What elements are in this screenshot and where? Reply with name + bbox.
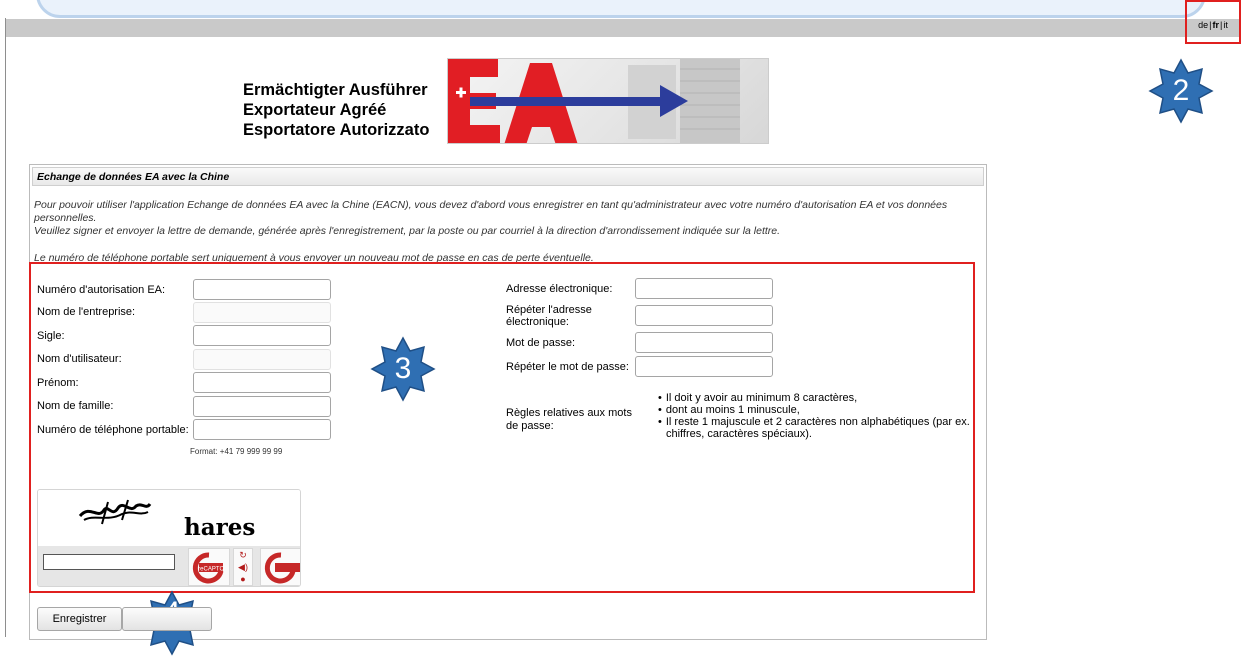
intro-paragraph: Veuillez signer et envoyer la lettre de … — [34, 225, 781, 237]
annotation-marker-2: 2 — [1148, 58, 1214, 124]
lang-separator: | — [1209, 20, 1212, 30]
password-rules-label-line: Règles relatives aux mots — [506, 407, 632, 419]
captcha-image: hares — [38, 490, 300, 546]
captcha-tools: ↻ ◀) ● — [233, 548, 253, 586]
panel-title: Echange de données EA avec la Chine — [32, 167, 984, 186]
username-input[interactable] — [193, 349, 331, 370]
annotation-number: 2 — [1172, 74, 1190, 107]
label-first-name: Prénom: — [37, 377, 79, 389]
company-name-input[interactable] — [193, 302, 331, 323]
intro-text: Pour pouvoir utiliser l'application Echa… — [34, 199, 982, 265]
password-repeat-input[interactable] — [635, 356, 773, 377]
mobile-phone-input[interactable] — [193, 419, 331, 440]
captcha-response-input[interactable] — [43, 554, 175, 570]
lang-it-link[interactable]: it — [1223, 20, 1228, 30]
label-password: Mot de passe: — [506, 337, 576, 349]
password-rule: Il doit y avoir au minimum 8 caractères, — [654, 392, 974, 404]
first-name-input[interactable] — [193, 372, 331, 393]
last-name-input[interactable] — [193, 396, 331, 417]
ea-logo-graphic — [448, 59, 740, 143]
recaptcha-logo-icon — [260, 548, 300, 586]
captcha-word: hares — [184, 514, 256, 541]
secondary-button[interactable] — [122, 607, 212, 631]
label-company-name: Nom de l'entreprise: — [37, 306, 136, 318]
acronym-input[interactable] — [193, 325, 331, 346]
language-switcher: de|fr|it — [1185, 0, 1241, 44]
password-input[interactable] — [635, 332, 773, 353]
audio-icon[interactable]: ◀) — [234, 561, 252, 573]
captcha-distorted-word-icon — [78, 499, 152, 525]
logo-line-it: Esportatore Autorizzato — [243, 121, 430, 139]
logo-line-fr: Exportateur Agréé — [243, 101, 387, 119]
email-repeat-input[interactable] — [635, 305, 773, 326]
register-button[interactable]: Enregistrer — [37, 607, 122, 631]
password-rules-label: Règles relatives aux mots de passe: — [506, 407, 632, 433]
help-icon[interactable]: ● — [234, 573, 252, 585]
recaptcha-widget: hares reCAPTC ↻ ◀) ● — [37, 489, 301, 587]
label-email: Adresse électronique: — [506, 283, 613, 295]
password-rules-label-line: de passe: — [506, 420, 554, 432]
label-ea-number: Numéro d'autorisation EA: — [37, 284, 166, 296]
email-input[interactable] — [635, 278, 773, 299]
password-rule: dont au moins 1 minuscule, — [654, 404, 974, 416]
password-rule: Il reste 1 majuscule et 2 caractères non… — [654, 416, 974, 440]
logo-wordmark: Ermächtigter Ausführer Exportateur Agréé… — [243, 80, 429, 140]
top-callout-bubble — [36, 0, 1206, 18]
refresh-icon[interactable]: ↻ — [234, 549, 252, 561]
logo-line-de: Ermächtigter Ausführer — [243, 81, 428, 99]
label-acronym: Sigle: — [37, 330, 65, 342]
ea-logo — [447, 58, 769, 144]
label-email-repeat-line: électronique: — [506, 316, 569, 328]
ea-number-input[interactable] — [193, 279, 331, 300]
annotation-number: 3 — [394, 352, 412, 385]
intro-paragraph: Pour pouvoir utiliser l'application Echa… — [34, 199, 948, 224]
password-rules-list: Il doit y avoir au minimum 8 caractères,… — [654, 392, 974, 440]
label-password-repeat: Répéter le mot de passe: — [506, 361, 629, 373]
label-email-repeat: Répéter l'adresse électronique: — [506, 304, 592, 328]
annotation-marker-3: 3 — [370, 336, 436, 402]
lang-de-link[interactable]: de — [1198, 20, 1208, 30]
svg-text:reCAPTC: reCAPTC — [198, 567, 224, 573]
recaptcha-arrow-icon — [264, 552, 300, 584]
label-last-name: Nom de famille: — [37, 400, 114, 412]
label-mobile-phone: Numéro de téléphone portable: — [37, 424, 189, 436]
top-bar — [6, 19, 1241, 37]
left-border — [5, 18, 6, 637]
lang-separator: | — [1220, 20, 1223, 30]
phone-format-hint: Format: +41 79 999 99 99 — [190, 447, 283, 456]
label-username: Nom d'utilisateur: — [37, 353, 122, 365]
label-email-repeat-line: Répéter l'adresse — [506, 304, 592, 316]
lang-fr-link[interactable]: fr — [1213, 20, 1220, 30]
